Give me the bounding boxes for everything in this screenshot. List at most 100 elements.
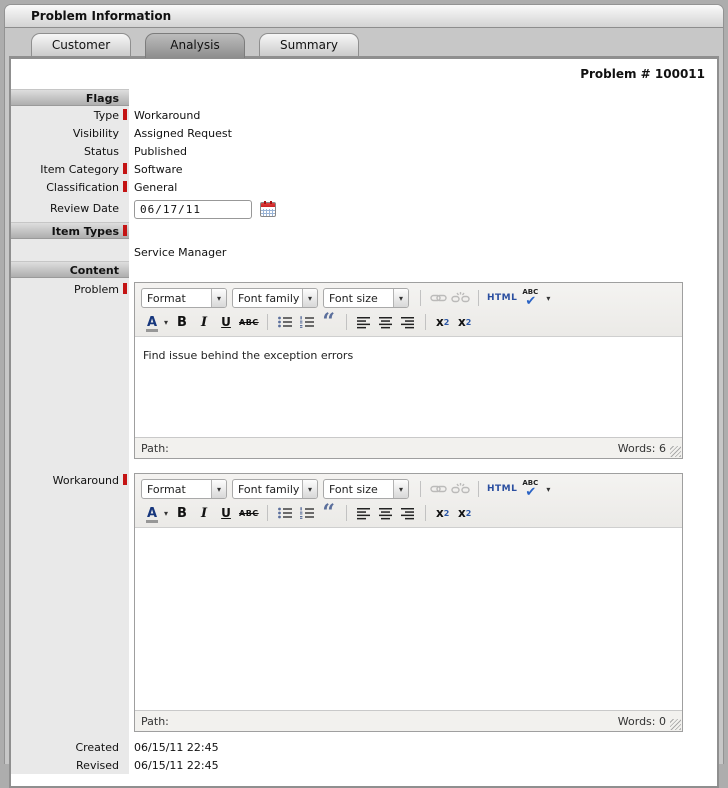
superscript-button[interactable]: x2 (456, 503, 474, 523)
spellcheck-icon[interactable]: ABC ✔ (521, 288, 543, 309)
align-right-icon[interactable] (399, 312, 417, 332)
numbered-list-icon[interactable] (298, 503, 316, 523)
item-types-section-header-row: Item Types (11, 222, 717, 239)
align-left-icon[interactable] (355, 312, 373, 332)
resize-grip[interactable] (670, 446, 681, 457)
item-category-value: Software (134, 163, 183, 176)
problem-information-window: Problem Information Customer Analysis Su… (4, 4, 724, 788)
workaround-editor: Format ▾ Font family ▾ Font size ▾ HTML … (134, 473, 683, 732)
required-marker (123, 163, 127, 174)
underline-button[interactable]: U (217, 312, 235, 332)
item-types-value: Service Manager (134, 246, 227, 259)
visibility-label: Visibility (72, 127, 119, 140)
created-row: Created 06/15/11 22:45 (11, 738, 717, 756)
type-value: Workaround (134, 109, 201, 122)
font-color-button[interactable]: A (143, 503, 161, 523)
status-label: Status (83, 145, 119, 158)
italic-button[interactable]: I (195, 312, 213, 332)
chevron-down-icon: ▾ (393, 480, 408, 498)
chevron-down-icon: ▾ (393, 289, 408, 307)
align-center-icon[interactable] (377, 503, 395, 523)
remove-link-icon[interactable] (451, 479, 470, 499)
word-count: Words: 0 (617, 714, 666, 728)
classification-value: General (134, 181, 178, 194)
problem-editor-textarea[interactable]: Find issue behind the exception errors (135, 337, 682, 437)
bold-button[interactable]: B (173, 312, 191, 332)
problem-editor: Format ▾ Font family ▾ Font size ▾ HTML … (134, 282, 683, 459)
created-value: 06/15/11 22:45 (134, 741, 219, 754)
status-row: Status Published (11, 142, 717, 160)
classification-row: Classification General (11, 178, 717, 196)
item-types-section-header: Item Types (51, 225, 119, 238)
bullet-list-icon[interactable] (276, 312, 294, 332)
align-center-icon[interactable] (377, 312, 395, 332)
revised-value: 06/15/11 22:45 (134, 759, 219, 772)
bold-button[interactable]: B (173, 503, 191, 523)
editor-toolbar: Format ▾ Font family ▾ Font size ▾ HTML … (135, 283, 682, 337)
workaround-row: Workaround Format ▾ Font family ▾ Font s… (11, 469, 717, 732)
item-types-value-row: Service Manager (11, 239, 717, 261)
workaround-editor-textarea[interactable] (135, 528, 682, 710)
spellcheck-dropdown-arrow[interactable]: ▾ (546, 294, 550, 303)
required-marker (123, 474, 127, 485)
problem-row: Problem Format ▾ Font family ▾ Font size… (11, 278, 717, 459)
checkmark-icon: ✔ (525, 485, 537, 500)
subscript-button[interactable]: x2 (434, 312, 452, 332)
format-select[interactable]: Format ▾ (141, 479, 227, 499)
chevron-down-icon: ▾ (302, 480, 317, 498)
content-section-header: Content (11, 261, 129, 278)
editor-toolbar: Format ▾ Font family ▾ Font size ▾ HTML … (135, 474, 682, 528)
font-size-select[interactable]: Font size ▾ (323, 479, 409, 499)
revised-row: Revised 06/15/11 22:45 (11, 756, 717, 774)
numbered-list-icon[interactable] (298, 312, 316, 332)
font-color-button[interactable]: A (143, 312, 161, 332)
italic-button[interactable]: I (195, 503, 213, 523)
spellcheck-icon[interactable]: ABC ✔ (521, 479, 543, 500)
classification-label: Classification (46, 181, 119, 194)
font-color-dropdown-arrow[interactable]: ▾ (164, 318, 168, 327)
insert-link-icon[interactable] (429, 479, 447, 499)
align-left-icon[interactable] (355, 503, 373, 523)
review-date-input[interactable] (134, 199, 252, 219)
bullet-list-icon[interactable] (276, 503, 294, 523)
insert-link-icon[interactable] (429, 288, 447, 308)
chevron-down-icon: ▾ (302, 289, 317, 307)
align-right-icon[interactable] (399, 503, 417, 523)
strikethrough-button[interactable]: ABC (239, 312, 259, 332)
subscript-button[interactable]: x2 (434, 503, 452, 523)
tab-strip: Customer Analysis Summary (5, 28, 723, 58)
problem-form: Flags Type Workaround Visibility Assigne… (11, 89, 717, 774)
tab-analysis[interactable]: Analysis (145, 33, 245, 58)
resize-grip[interactable] (670, 719, 681, 730)
problem-label: Problem (74, 283, 119, 296)
type-row: Type Workaround (11, 106, 717, 124)
review-date-row: Review Date (11, 196, 717, 222)
blockquote-icon[interactable]: “ (320, 500, 338, 526)
spellcheck-dropdown-arrow[interactable]: ▾ (546, 485, 550, 494)
blockquote-icon[interactable]: “ (320, 309, 338, 335)
tab-customer[interactable]: Customer (31, 33, 131, 57)
format-select[interactable]: Format ▾ (141, 288, 227, 308)
remove-link-icon[interactable] (451, 288, 470, 308)
font-size-select[interactable]: Font size ▾ (323, 288, 409, 308)
font-family-select[interactable]: Font family ▾ (232, 479, 318, 499)
calendar-icon[interactable] (260, 200, 276, 217)
underline-button[interactable]: U (217, 503, 235, 523)
chevron-down-icon: ▾ (211, 289, 226, 307)
created-label: Created (75, 741, 119, 754)
html-source-button[interactable]: HTML (487, 288, 517, 308)
tab-summary[interactable]: Summary (259, 33, 359, 57)
type-label: Type (93, 109, 119, 122)
word-count: Words: 6 (617, 441, 666, 455)
visibility-value: Assigned Request (134, 127, 232, 140)
font-family-select[interactable]: Font family ▾ (232, 288, 318, 308)
font-color-dropdown-arrow[interactable]: ▾ (164, 509, 168, 518)
strikethrough-button[interactable]: ABC (239, 503, 259, 523)
required-marker (123, 109, 127, 120)
superscript-button[interactable]: x2 (456, 312, 474, 332)
editor-statusbar: Path: Words: 6 (135, 437, 682, 458)
item-category-label: Item Category (40, 163, 119, 176)
html-source-button[interactable]: HTML (487, 479, 517, 499)
path-label: Path: (141, 441, 169, 455)
workaround-label: Workaround (52, 474, 119, 487)
